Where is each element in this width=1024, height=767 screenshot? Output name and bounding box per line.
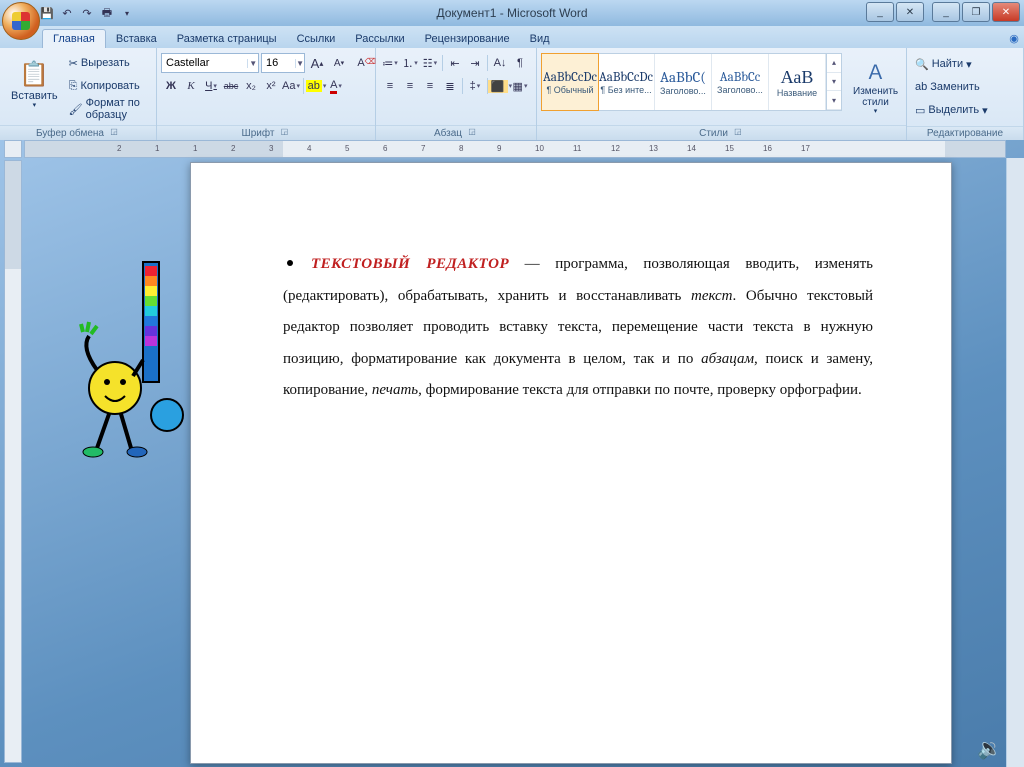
tab-review[interactable]: Рецензирование	[415, 30, 520, 48]
sound-icon[interactable]: 🔉	[977, 736, 1002, 761]
chevron-down-icon[interactable]: ▼	[247, 59, 258, 68]
change-styles-button[interactable]: Ａ Изменить стили▾	[846, 53, 905, 125]
paste-label: Вставить	[11, 90, 58, 102]
text-heading: ТЕКСТОВЫЙ РЕДАКТОР	[311, 256, 509, 272]
maximize-button[interactable]: ❐	[962, 2, 990, 22]
change-case-button[interactable]: Aa▾	[281, 76, 301, 96]
multilevel-button[interactable]: ☷▾	[420, 53, 440, 73]
clipboard-dialog-icon[interactable]: ◲	[108, 127, 120, 139]
increase-indent-button[interactable]: ⇥	[465, 53, 485, 73]
select-button[interactable]: ▭Выделить▾	[911, 99, 1019, 121]
replace-button[interactable]: abЗаменить	[911, 76, 1019, 98]
office-button[interactable]	[2, 2, 40, 40]
scissors-icon: ✂	[69, 57, 78, 70]
chevron-down-icon[interactable]: ▼	[295, 59, 304, 68]
find-icon: 🔍	[915, 58, 929, 71]
vertical-scrollbar[interactable]	[1006, 158, 1024, 767]
horizontal-ruler[interactable]: 211234567891011121314151617	[24, 140, 1006, 158]
find-button[interactable]: 🔍Найти▾	[911, 53, 1019, 75]
italic-button[interactable]: К	[181, 76, 201, 96]
justify-button[interactable]: ≣	[440, 76, 460, 96]
document-page[interactable]: ТЕКСТОВЫЙ РЕДАКТОР — программа, позволяю…	[190, 162, 952, 764]
bullet-icon	[287, 260, 293, 266]
tab-home[interactable]: Главная	[42, 29, 106, 48]
shrink-font-button[interactable]: A▾	[329, 53, 349, 73]
help-icon[interactable]: ◉	[1004, 28, 1024, 48]
highlight-button[interactable]: ab▾	[306, 76, 326, 96]
group-styles: AaBbCcDc¶ Обычный AaBbCcDc¶ Без инте... …	[537, 48, 907, 140]
document-text[interactable]: ТЕКСТОВЫЙ РЕДАКТОР — программа, позволяю…	[191, 163, 951, 447]
styles-scroll[interactable]: ▴▾▾	[826, 54, 841, 110]
office-assistant[interactable]	[75, 260, 195, 470]
decrease-indent-button[interactable]: ⇤	[445, 53, 465, 73]
shading-button[interactable]: ⬛▾	[490, 76, 510, 96]
group-editing-label: Редактирование	[927, 128, 1003, 139]
brush-icon: 🖌	[69, 103, 83, 116]
font-name-combo[interactable]: ▼	[161, 53, 259, 73]
align-left-button[interactable]: ≡	[380, 76, 400, 96]
ribbon-tabs: Главная Вставка Разметка страницы Ссылки…	[0, 26, 1024, 48]
style-normal[interactable]: AaBbCcDc¶ Обычный	[541, 53, 599, 111]
strike-button[interactable]: abc	[221, 76, 241, 96]
paste-button[interactable]: 📋 Вставить ▾	[4, 50, 65, 122]
doc-minimize-button[interactable]: _	[866, 2, 894, 22]
title-bar: 💾 ↶ ↷ 🖶 ▾ Документ1 - Microsoft Word _ ✕…	[0, 0, 1024, 26]
replace-icon: ab	[915, 81, 927, 93]
font-color-button[interactable]: A▾	[326, 76, 346, 96]
underline-button[interactable]: Ч▾	[201, 76, 221, 96]
numbering-button[interactable]: ⒈▾	[400, 53, 420, 73]
group-paragraph-label: Абзац	[434, 128, 462, 139]
borders-button[interactable]: ▦▾	[510, 76, 530, 96]
ribbon: 📋 Вставить ▾ ✂Вырезать ⎘Копировать 🖌Форм…	[0, 48, 1024, 141]
sort-button[interactable]: A↓	[490, 53, 510, 73]
font-size-combo[interactable]: ▼	[261, 53, 305, 73]
style-title[interactable]: АаВНазвание	[769, 54, 826, 110]
format-painter-button[interactable]: 🖌Формат по образцу	[65, 98, 152, 120]
minimize-button[interactable]: _	[932, 2, 960, 22]
select-icon: ▭	[915, 104, 925, 117]
tab-mailings[interactable]: Рассылки	[345, 30, 414, 48]
copy-icon: ⎘	[69, 80, 78, 93]
superscript-button[interactable]: x²	[261, 76, 281, 96]
tab-references[interactable]: Ссылки	[287, 30, 346, 48]
tab-insert[interactable]: Вставка	[106, 30, 167, 48]
tab-page-layout[interactable]: Разметка страницы	[167, 30, 287, 48]
group-clipboard: 📋 Вставить ▾ ✂Вырезать ⎘Копировать 🖌Форм…	[0, 48, 157, 140]
change-styles-icon: Ａ	[866, 62, 886, 84]
tab-view[interactable]: Вид	[520, 30, 560, 48]
subscript-button[interactable]: x₂	[241, 76, 261, 96]
line-spacing-button[interactable]: ‡▾	[465, 76, 485, 96]
group-font-label: Шрифт	[242, 128, 275, 139]
bold-button[interactable]: Ж	[161, 76, 181, 96]
group-clipboard-label: Буфер обмена	[36, 128, 104, 139]
group-font: ▼ ▼ A▴ A▾ A⌫ Ж К Ч▾ abc x₂ x² Aa▾ ab▾ A▾…	[157, 48, 376, 140]
close-button[interactable]: ✕	[992, 2, 1020, 22]
style-heading1[interactable]: AaBbC(Заголово...	[655, 54, 712, 110]
paragraph-dialog-icon[interactable]: ◲	[466, 127, 478, 139]
group-paragraph: ≔▾ ⒈▾ ☷▾ ⇤ ⇥ A↓ ¶ ≡ ≡ ≡ ≣ ‡▾ ⬛▾ ▦▾	[376, 48, 537, 140]
align-center-button[interactable]: ≡	[400, 76, 420, 96]
group-editing: 🔍Найти▾ abЗаменить ▭Выделить▾ Редактиров…	[907, 48, 1024, 140]
style-no-spacing[interactable]: AaBbCcDc¶ Без инте...	[598, 54, 655, 110]
window-controls: _ ✕ _ ❐ ✕	[866, 2, 1020, 22]
bullets-button[interactable]: ≔▾	[380, 53, 400, 73]
align-right-button[interactable]: ≡	[420, 76, 440, 96]
styles-gallery[interactable]: AaBbCcDc¶ Обычный AaBbCcDc¶ Без инте... …	[541, 53, 842, 111]
grow-font-button[interactable]: A▴	[307, 53, 327, 73]
clear-format-button[interactable]: A⌫	[351, 53, 371, 73]
group-styles-label: Стили	[699, 128, 728, 139]
doc-close-button[interactable]: ✕	[896, 2, 924, 22]
cut-button[interactable]: ✂Вырезать	[65, 52, 152, 74]
vertical-ruler[interactable]	[4, 160, 22, 763]
styles-dialog-icon[interactable]: ◲	[732, 127, 744, 139]
ruler-corner[interactable]	[4, 140, 22, 158]
paste-icon: 📋	[19, 62, 49, 88]
style-heading2[interactable]: AaBbCcЗаголово...	[712, 54, 769, 110]
show-marks-button[interactable]: ¶	[510, 53, 530, 73]
workspace: 211234567891011121314151617 ТЕКСТОВЫЙ РЕ…	[0, 140, 1024, 767]
font-dialog-icon[interactable]: ◲	[278, 127, 290, 139]
copy-button[interactable]: ⎘Копировать	[65, 75, 152, 97]
